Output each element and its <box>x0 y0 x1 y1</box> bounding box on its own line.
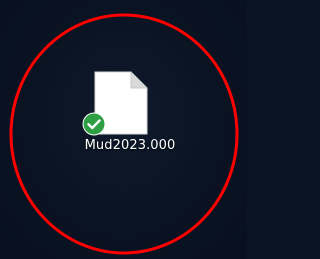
desktop-area[interactable]: Mud2023.000 <box>0 0 247 259</box>
sync-complete-check-icon <box>82 112 106 136</box>
file-name-label: Mud2023.000 <box>84 138 176 153</box>
desktop-file-item[interactable]: Mud2023.000 <box>56 66 175 154</box>
